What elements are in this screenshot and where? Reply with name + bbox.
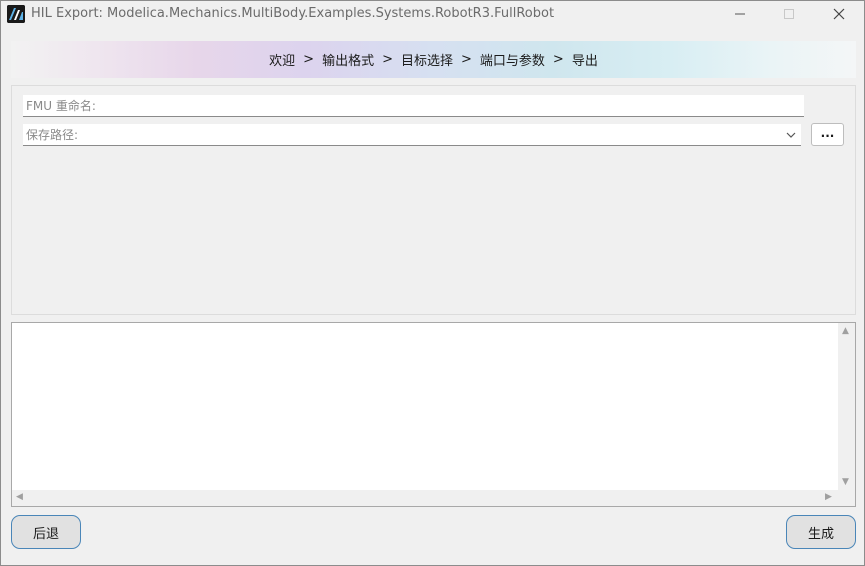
minimize-button[interactable] <box>717 1 763 27</box>
wizard-breadcrumb: 欢迎 > 输出格式 > 目标选择 > 端口与参数 > 导出 <box>11 41 856 78</box>
window-title: HIL Export: Modelica.Mechanics.MultiBody… <box>31 6 555 21</box>
generate-button[interactable]: 生成 <box>786 515 856 549</box>
app-logo-icon <box>7 5 25 23</box>
breadcrumb-separator: > <box>303 52 315 67</box>
breadcrumb-step-output-format: 输出格式 <box>322 54 375 69</box>
breadcrumb-step-welcome: 欢迎 <box>269 54 296 69</box>
fmu-rename-input[interactable] <box>23 95 804 117</box>
breadcrumb-step-export: 导出 <box>571 54 598 69</box>
close-icon <box>833 8 845 20</box>
browse-button[interactable]: ... <box>811 123 844 146</box>
minimize-icon <box>735 13 745 15</box>
log-text[interactable] <box>12 323 838 491</box>
save-path-input[interactable] <box>23 124 773 145</box>
breadcrumb-step-ports-params: 端口与参数 <box>479 54 545 69</box>
vertical-scrollbar[interactable]: ▲ ▼ <box>838 323 855 491</box>
export-settings-panel: ... <box>11 85 856 315</box>
log-output-area[interactable]: ▲ ▼ ◀ ▶ <box>11 322 856 507</box>
back-button[interactable]: 后退 <box>11 515 81 549</box>
scroll-down-icon[interactable]: ▼ <box>842 478 849 487</box>
main-window: HIL Export: Modelica.Mechanics.MultiBody… <box>0 0 865 566</box>
maximize-icon <box>784 9 794 19</box>
maximize-button[interactable] <box>766 1 812 27</box>
horizontal-scrollbar[interactable]: ◀ ▶ <box>12 490 838 506</box>
breadcrumb-separator: > <box>552 52 564 67</box>
save-path-combobox[interactable] <box>23 124 801 146</box>
breadcrumb-separator: > <box>382 52 393 67</box>
breadcrumb-separator: > <box>461 52 472 67</box>
close-button[interactable] <box>816 1 862 27</box>
scroll-up-icon[interactable]: ▲ <box>842 327 849 336</box>
scroll-left-icon[interactable]: ◀ <box>16 493 23 502</box>
title-bar[interactable]: HIL Export: Modelica.Mechanics.MultiBody… <box>1 1 864 27</box>
scrollbar-corner <box>838 490 855 506</box>
chevron-down-icon[interactable] <box>785 129 797 141</box>
breadcrumb-step-target-selection: 目标选择 <box>400 54 453 69</box>
scroll-right-icon[interactable]: ▶ <box>825 493 832 502</box>
